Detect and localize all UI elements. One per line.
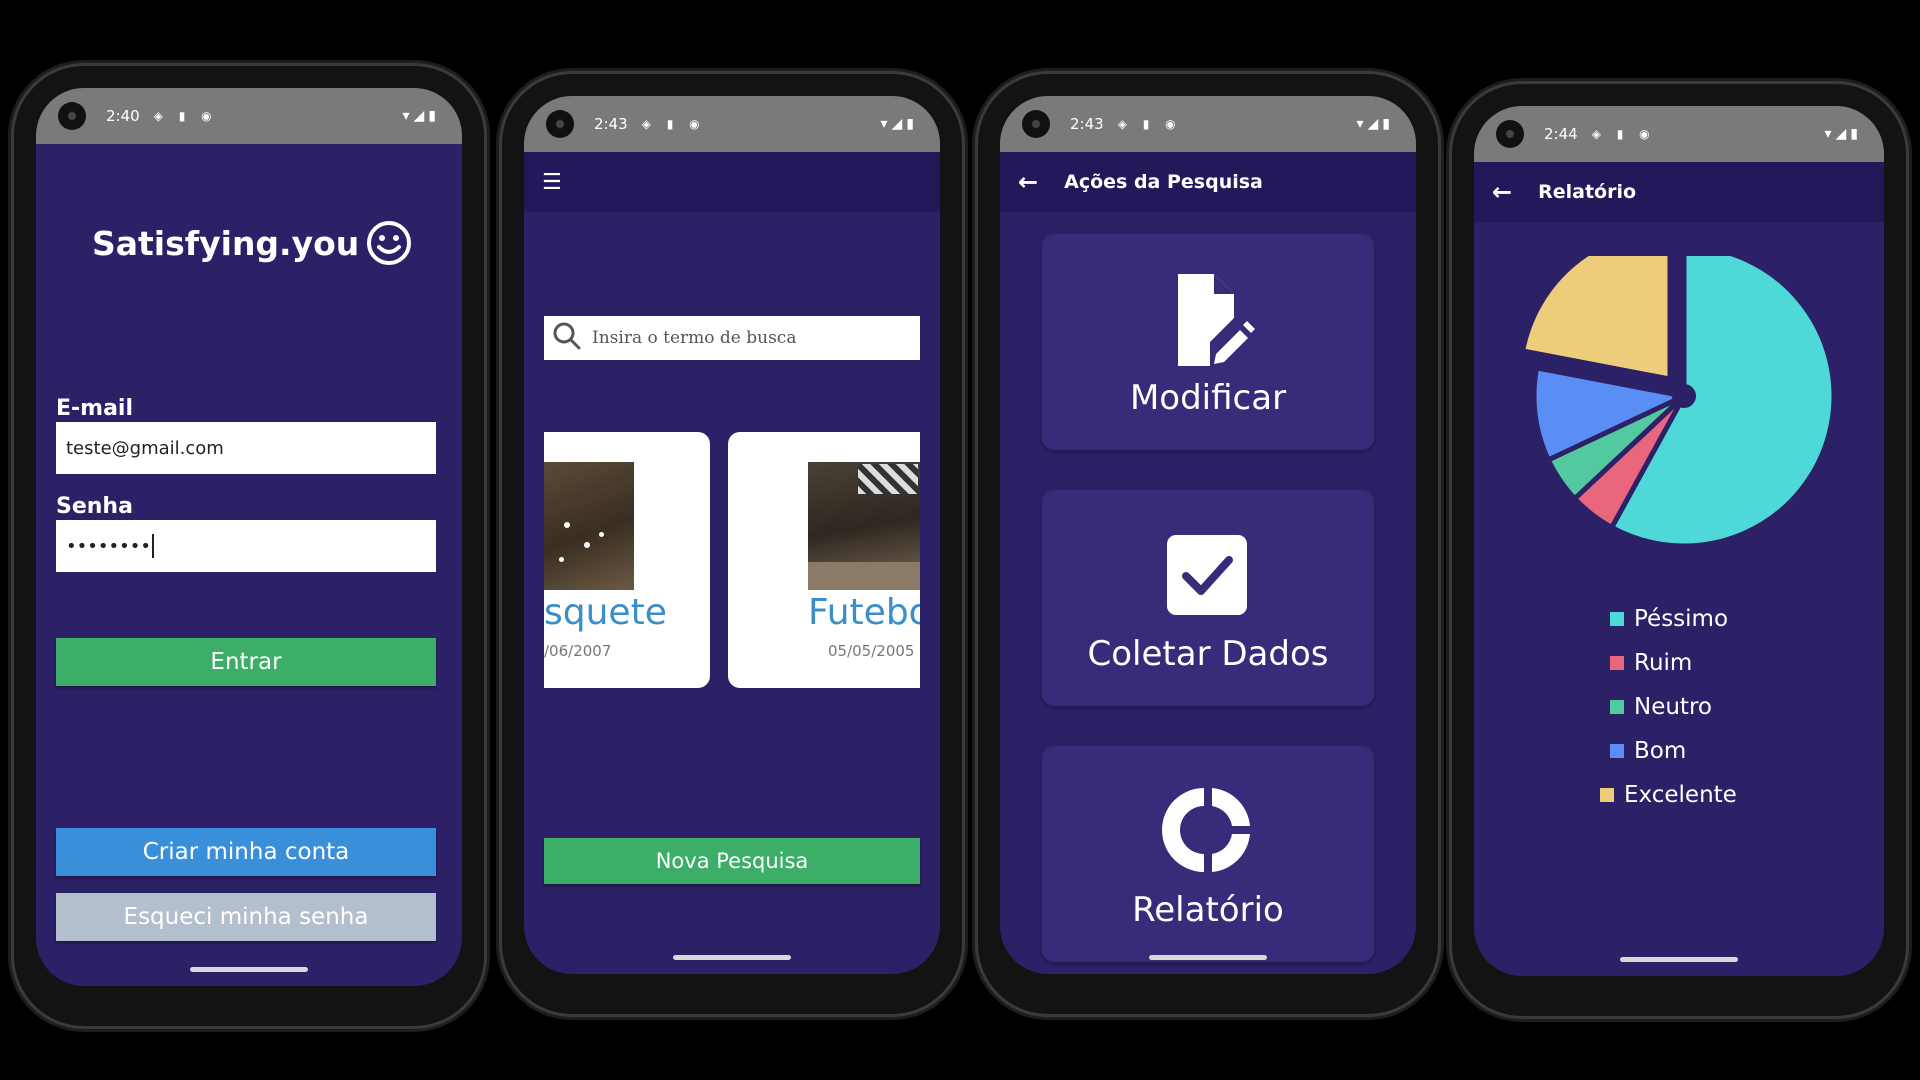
status-time: 2:40	[106, 107, 140, 125]
appbar-title: Ações da Pesquisa	[1064, 171, 1263, 193]
legend-item: Bom	[1610, 738, 1686, 764]
screen-actions: 2:43 ◈ ▮ ◉ ▾◢▮ ← Ações da Pesquisa Modif…	[1000, 96, 1416, 974]
pie-chart	[1520, 256, 1837, 549]
collect-data-tile[interactable]: Coletar Dados	[1042, 490, 1374, 706]
screen-login: 2:40 ◈ ▮ ◉ ▾◢▮ Satisfying.you E-mail tes…	[36, 88, 462, 986]
legend-item: Excelente	[1600, 782, 1737, 808]
legend-label: Excelente	[1624, 782, 1737, 808]
notification-icons: ◈ ▮ ◉	[153, 109, 218, 123]
app-bar: ← Ações da Pesquisa	[1000, 152, 1416, 212]
search-bar[interactable]: Insira o termo de busca	[544, 316, 920, 360]
legend-swatch	[1610, 700, 1624, 714]
signal-battery-icons: ▾◢▮	[1356, 116, 1394, 132]
email-field[interactable]: teste@gmail.com	[56, 422, 436, 474]
email-label: E-mail	[56, 396, 134, 421]
back-arrow-icon[interactable]: ←	[1492, 178, 1512, 206]
create-account-button[interactable]: Criar minha conta	[56, 828, 436, 876]
status-bar: 2:43 ◈ ▮ ◉ ▾◢▮	[524, 96, 940, 152]
survey-carousel[interactable]: squete /06/2007 Futebo 05/05/2005	[544, 432, 920, 688]
donut-chart-icon	[1162, 784, 1254, 880]
app-title: Satisfying.you	[92, 224, 360, 263]
signal-battery-icons: ▾◢▮	[402, 108, 440, 124]
survey-card-image	[544, 462, 634, 590]
signal-battery-icons: ▾◢▮	[1824, 126, 1862, 142]
legend-swatch	[1600, 788, 1614, 802]
signal-battery-icons: ▾◢▮	[880, 116, 918, 132]
phone-home: 2:43 ◈ ▮ ◉ ▾◢▮ ☰ Insira o termo de busca	[502, 74, 962, 1014]
password-field[interactable]: ••••••••	[56, 520, 436, 572]
phone-login: 2:40 ◈ ▮ ◉ ▾◢▮ Satisfying.you E-mail tes…	[14, 66, 484, 1026]
modify-tile[interactable]: Modificar	[1042, 234, 1374, 450]
app-bar: ← Relatório	[1474, 162, 1884, 222]
home-indicator[interactable]	[190, 967, 308, 972]
search-icon	[552, 321, 582, 355]
survey-card[interactable]: Futebo 05/05/2005	[728, 432, 920, 688]
camera-icon	[1022, 110, 1050, 138]
screen-home: 2:43 ◈ ▮ ◉ ▾◢▮ ☰ Insira o termo de busca	[524, 96, 940, 974]
smiley-face-icon	[366, 220, 412, 270]
notification-icons: ◈ ▮ ◉	[1591, 127, 1656, 141]
survey-card-date: /06/2007	[544, 642, 612, 660]
survey-card-title: Futebo	[808, 592, 920, 633]
appbar-title: Relatório	[1538, 181, 1637, 203]
legend-swatch	[1610, 612, 1624, 626]
home-indicator[interactable]	[1149, 955, 1267, 960]
hamburger-menu-icon[interactable]: ☰	[542, 170, 562, 195]
survey-card-title: squete	[544, 592, 667, 633]
notification-icons: ◈ ▮ ◉	[1117, 117, 1182, 131]
legend-swatch	[1610, 744, 1624, 758]
collect-data-label: Coletar Dados	[1087, 634, 1329, 674]
legend-label: Bom	[1634, 738, 1687, 764]
search-placeholder: Insira o termo de busca	[592, 328, 797, 348]
screen-report: 2:44 ◈ ▮ ◉ ▾◢▮ ← Relatório Péssimo Ruim Ne…	[1474, 106, 1884, 976]
pie-center	[1672, 384, 1696, 408]
stage: 2:40 ◈ ▮ ◉ ▾◢▮ Satisfying.you E-mail tes…	[0, 0, 1920, 1080]
pie-slice-excelente	[1520, 256, 1673, 382]
report-label: Relatório	[1132, 890, 1284, 930]
new-survey-button[interactable]: Nova Pesquisa	[544, 838, 920, 884]
camera-icon	[58, 102, 86, 130]
camera-icon	[546, 110, 574, 138]
home-indicator[interactable]	[1620, 957, 1738, 962]
status-bar: 2:40 ◈ ▮ ◉ ▾◢▮	[36, 88, 462, 144]
legend-swatch	[1610, 656, 1624, 670]
legend-item: Neutro	[1610, 694, 1712, 720]
notification-icons: ◈ ▮ ◉	[641, 117, 706, 131]
edit-document-icon	[1170, 274, 1256, 370]
report-tile[interactable]: Relatório	[1042, 746, 1374, 962]
enter-button[interactable]: Entrar	[56, 638, 436, 686]
status-time: 2:43	[1070, 115, 1104, 133]
legend-label: Péssimo	[1634, 606, 1729, 632]
status-time: 2:44	[1544, 125, 1578, 143]
survey-card[interactable]: squete /06/2007	[544, 432, 710, 688]
phone-actions: 2:43 ◈ ▮ ◉ ▾◢▮ ← Ações da Pesquisa Modif…	[978, 74, 1438, 1014]
modify-label: Modificar	[1129, 378, 1287, 418]
status-bar: 2:44 ◈ ▮ ◉ ▾◢▮	[1474, 106, 1884, 162]
status-time: 2:43	[594, 115, 628, 133]
text-cursor	[151, 534, 154, 558]
phone-report: 2:44 ◈ ▮ ◉ ▾◢▮ ← Relatório Péssimo Ruim Ne…	[1452, 84, 1906, 1016]
app-bar: ☰	[524, 152, 940, 212]
legend-label: Ruim	[1634, 650, 1693, 676]
survey-card-image	[808, 462, 920, 590]
legend-item: Ruim	[1610, 650, 1692, 676]
legend-item: Péssimo	[1610, 606, 1728, 632]
home-indicator[interactable]	[673, 955, 791, 960]
password-label: Senha	[56, 494, 133, 519]
back-arrow-icon[interactable]: ←	[1018, 168, 1038, 196]
legend-label: Neutro	[1634, 694, 1712, 720]
status-bar: 2:43 ◈ ▮ ◉ ▾◢▮	[1000, 96, 1416, 152]
checkbox-icon	[1166, 534, 1248, 620]
forgot-password-button[interactable]: Esqueci minha senha	[56, 893, 436, 941]
survey-card-date: 05/05/2005	[828, 642, 915, 660]
password-value: ••••••••	[66, 535, 151, 557]
camera-icon	[1496, 120, 1524, 148]
